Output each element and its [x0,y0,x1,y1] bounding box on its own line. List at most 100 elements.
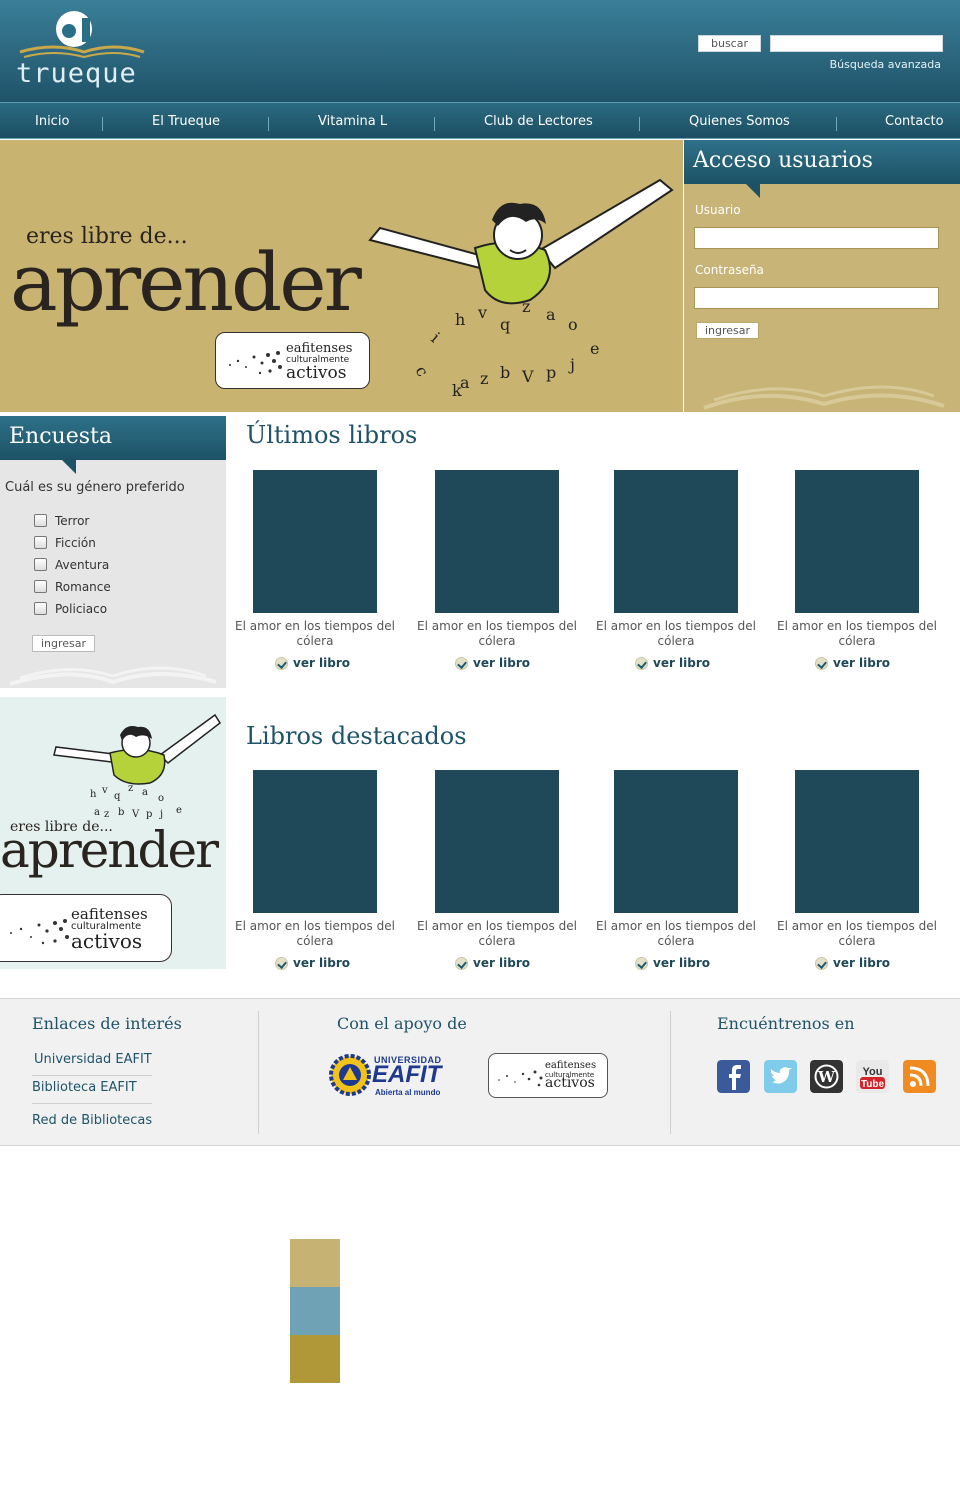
check-icon [455,957,468,970]
checkbox-icon[interactable] [34,602,47,615]
password-field[interactable] [694,287,939,309]
poll-submit-button[interactable]: ingresar [32,635,95,652]
book-title: El amor en los tiempos del cólera [235,619,395,648]
links-title: Enlaces de interés [32,1014,182,1033]
svg-text:v: v [101,785,108,796]
featured-books-title: Libros destacados [246,722,467,750]
view-book-link[interactable]: ver libro [833,656,890,670]
book-cover[interactable] [253,770,377,913]
nav-item-quienes-somos[interactable]: Quienes Somos [689,114,790,129]
nav-item-inicio[interactable]: Inicio [35,114,69,129]
support-title: Con el apoyo de [337,1014,467,1033]
search-button[interactable]: buscar [698,35,761,52]
book-cover[interactable] [435,770,559,913]
login-arrow [746,184,760,198]
footer: Enlaces de interés Universidad EAFIT Bib… [0,998,960,1146]
book-cover[interactable] [435,470,559,613]
svg-text:k: k [452,381,462,400]
view-book-link[interactable]: ver libro [833,956,890,970]
advanced-search-link[interactable]: Búsqueda avanzada [830,58,941,71]
view-book-link[interactable]: ver libro [293,656,350,670]
rss-icon[interactable] [903,1060,936,1093]
svg-text:j: j [159,809,163,820]
view-book-link[interactable]: ver libro [293,956,350,970]
badge-word-1: eafitenses [286,341,353,356]
nav-item-vitamina-l[interactable]: Vitamina L [318,114,387,129]
footer-link-universidad-eafit[interactable]: Universidad EAFIT [34,1052,152,1067]
divider [32,1103,152,1104]
login-title: Acceso usuarios [693,148,873,173]
nav-item-el-trueque[interactable]: El Trueque [152,114,220,129]
book-cover[interactable] [795,470,919,613]
side-banner[interactable]: hvq zao ejp Vbz a eres libre de... apren… [0,697,226,969]
check-icon [275,957,288,970]
svg-text:o: o [158,793,164,804]
color-swatch-ochre [290,1335,340,1383]
partner-badge[interactable]: eafitenses culturalmente activos [488,1053,608,1098]
scattered-letters-icon [10,919,69,945]
nav-item-contacto[interactable]: Contacto [885,114,944,129]
check-icon [635,657,648,670]
poll-header: Encuesta [0,416,226,460]
svg-text:p: p [546,363,556,382]
main-nav: Inicio El Trueque Vitamina L Club de Lec… [0,102,960,139]
svg-text:a: a [546,305,556,324]
footer-link-biblioteca-eafit[interactable]: Biblioteca EAFIT [32,1080,137,1095]
checkbox-icon[interactable] [34,514,47,527]
checkbox-icon[interactable] [34,536,47,549]
svg-text:i: i [427,329,443,347]
search-input[interactable] [770,35,943,52]
svg-text:c: c [412,363,433,380]
latest-books-title: Últimos libros [246,421,418,449]
password-label: Contraseña [695,263,764,277]
footer-link-red-de-bibliotecas[interactable]: Red de Bibliotecas [32,1113,152,1128]
hero-banner[interactable]: eres libre de... aprender eafitenses cul… [0,140,683,412]
poll-arrow [62,460,76,474]
badge-word-3: activos [71,929,143,953]
side-banner-badge: eafitenses culturalmente activos [0,894,172,962]
svg-text:z: z [480,369,488,388]
nav-separator [639,117,640,131]
checkbox-icon[interactable] [34,558,47,571]
scattered-letters-icon [229,351,282,375]
book-title: El amor en los tiempos del cólera [777,619,937,648]
login-submit-button[interactable]: ingresar [696,322,759,339]
book-title: El amor en los tiempos del cólera [417,619,577,648]
nav-item-club-de-lectores[interactable]: Club de Lectores [484,114,593,129]
open-book-decoration-icon [9,666,217,686]
open-book-decoration-icon [703,385,945,410]
eafit-seal-icon[interactable] [329,1054,371,1096]
divider [32,1075,152,1076]
view-book-link[interactable]: ver libro [473,656,530,670]
poll-title: Encuesta [9,424,112,449]
poll-option-label: Ficción [55,536,96,550]
wordpress-icon[interactable]: W [810,1060,843,1093]
side-banner-headline: aprender [0,821,219,879]
svg-text:q: q [500,315,510,334]
badge-word-3: activos [545,1075,595,1091]
view-book-link[interactable]: ver libro [653,656,710,670]
book-cover[interactable] [614,470,738,613]
view-book-link[interactable]: ver libro [473,956,530,970]
social-title: Encuéntrenos en [717,1014,855,1033]
book-cover[interactable] [253,470,377,613]
poll-option-label: Policiaco [55,602,108,616]
check-icon [275,657,288,670]
badge-word-3: activos [286,363,347,383]
poll-option-label: Aventura [55,558,110,572]
flying-person-illustration-icon: c i h v q z a o e j p V b z a k [368,178,674,400]
youtube-icon[interactable]: You Tube [856,1060,889,1093]
checkbox-icon[interactable] [34,580,47,593]
view-book-link[interactable]: ver libro [653,956,710,970]
facebook-icon[interactable] [717,1060,750,1093]
svg-text:z: z [128,783,133,794]
book-cover[interactable] [795,770,919,913]
check-icon [815,957,828,970]
login-panel: Acceso usuarios Usuario Contraseña ingre… [684,140,960,412]
scattered-letters-icon [498,1070,543,1087]
nav-separator [102,117,103,131]
book-cover[interactable] [614,770,738,913]
username-field[interactable] [694,227,939,249]
twitter-icon[interactable] [764,1060,797,1093]
eafit-wordmark[interactable]: EAFIT [372,1061,441,1089]
